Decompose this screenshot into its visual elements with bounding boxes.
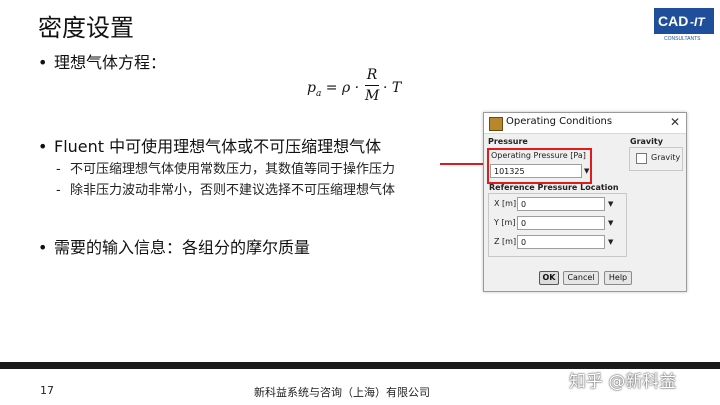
pressure-group-label: Pressure: [488, 137, 528, 146]
operating-conditions-dialog: Operating Conditions ✕ Pressure Gravity …: [483, 112, 687, 292]
x-label: X [m]: [494, 199, 517, 208]
bullet-dot: •: [38, 53, 48, 72]
svg-text:-IT: -IT: [690, 15, 706, 29]
gravity-group-label: Gravity: [630, 137, 663, 146]
bullet-text: 理想气体方程：: [54, 53, 167, 72]
z-input[interactable]: 0: [517, 235, 605, 249]
formula-lhs: pa = ρ ·: [307, 80, 360, 99]
callout-line: [440, 163, 487, 165]
ok-button[interactable]: OK: [539, 271, 559, 285]
bullet-ideal-gas: • 理想气体方程：: [38, 49, 166, 73]
y-label: Y [m]: [494, 218, 516, 227]
reference-pressure-location-label: Reference Pressure Location: [489, 183, 619, 192]
company-name: 新科益系统与咨询（上海）有限公司: [254, 386, 430, 399]
ideal-gas-formula: pa = ρ · R M · T: [305, 66, 405, 110]
bullet-text: Fluent 中可使用理想气体或不可压缩理想气体: [54, 137, 382, 156]
bullet-dot: •: [38, 137, 48, 156]
cancel-button[interactable]: Cancel: [563, 271, 599, 285]
slide-title: 密度设置: [38, 14, 134, 42]
x-input[interactable]: 0: [517, 197, 605, 211]
dialog-titlebar[interactable]: Operating Conditions ✕: [484, 113, 686, 134]
sub-bullet-recommendation: - 除非压力波动非常小，否则不建议选择不可压缩理想气体: [56, 183, 396, 198]
svg-text:CONSULTANTS: CONSULTANTS: [664, 36, 701, 42]
close-icon[interactable]: ✕: [670, 115, 680, 129]
sub-bullet-text: 不可压缩理想气体使用常数压力，其数值等同于操作压力: [70, 162, 396, 177]
formula-fraction: R M: [365, 67, 380, 104]
sub-bullet-constant-pressure: - 不可压缩理想气体使用常数压力，其数值等同于操作压力: [56, 162, 396, 177]
bullet-inputs: • 需要的输入信息：各组分的摩尔质量: [38, 234, 310, 258]
gravity-checkbox[interactable]: [636, 153, 647, 164]
bullet-dot: •: [38, 238, 48, 257]
bullet-text: 需要的输入信息：各组分的摩尔质量: [54, 238, 311, 257]
operating-pressure-highlight: [487, 148, 592, 184]
z-label: Z [m]: [494, 237, 517, 246]
bullet-fluent: • Fluent 中可使用理想气体或不可压缩理想气体: [38, 133, 381, 157]
dialog-title: Operating Conditions: [506, 116, 613, 127]
chevron-down-icon[interactable]: ▼: [608, 200, 613, 208]
formula-rest: · T: [383, 80, 402, 96]
gravity-checkbox-label: Gravity: [651, 153, 681, 162]
help-button[interactable]: Help: [604, 271, 632, 285]
zhihu-watermark: 知乎 @新科益: [569, 372, 677, 392]
page-number: 17: [40, 384, 54, 397]
fluent-app-icon: [489, 117, 503, 131]
chevron-down-icon[interactable]: ▼: [608, 238, 613, 246]
sub-bullet-text: 除非压力波动非常小，否则不建议选择不可压缩理想气体: [70, 183, 396, 198]
svg-text:CAD: CAD: [658, 13, 688, 29]
cad-it-logo: CAD -IT CONSULTANTS: [654, 8, 714, 42]
y-input[interactable]: 0: [517, 216, 605, 230]
chevron-down-icon[interactable]: ▼: [608, 219, 613, 227]
